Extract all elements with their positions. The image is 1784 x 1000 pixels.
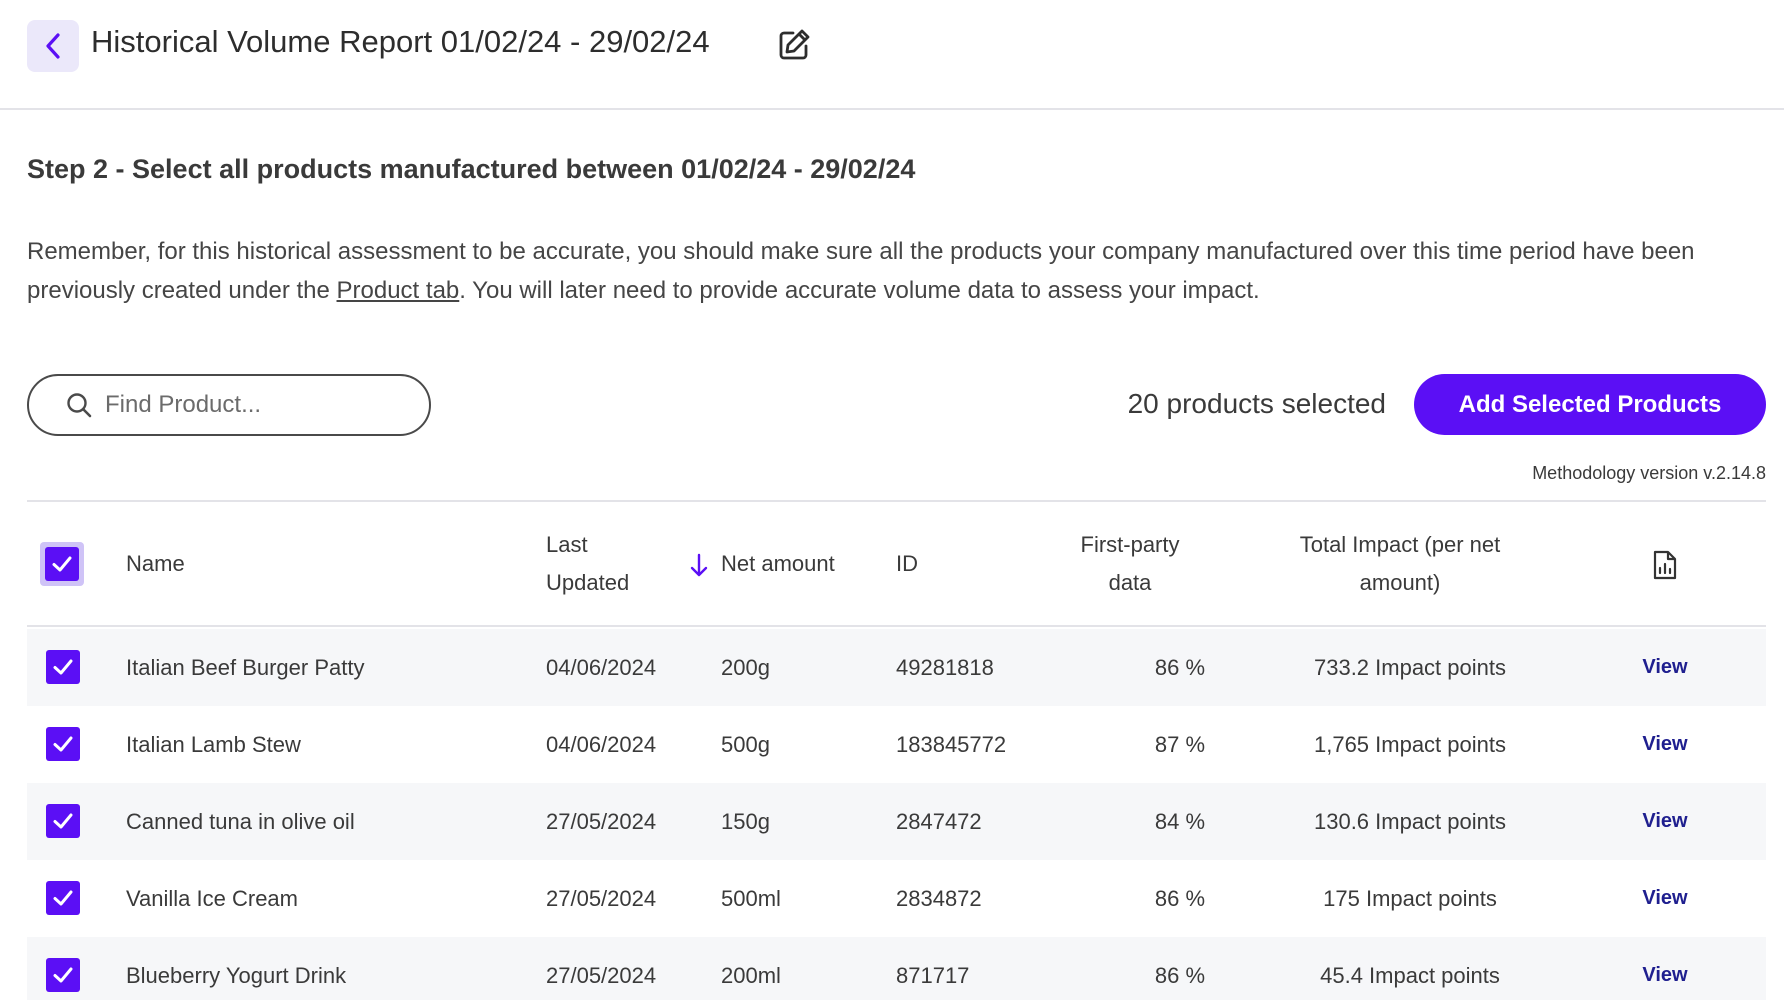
cell-name: Italian Beef Burger Patty bbox=[126, 654, 365, 680]
page-header: Historical Volume Report 01/02/24 - 29/0… bbox=[0, 0, 1784, 110]
step-title: Step 2 - Select all products manufacture… bbox=[27, 154, 916, 184]
checkmark-icon bbox=[53, 659, 73, 675]
column-header-first-party[interactable]: First-party data bbox=[1040, 526, 1220, 602]
cell-first-party: 86 % bbox=[1154, 885, 1206, 911]
row-checkbox[interactable] bbox=[46, 881, 80, 915]
last-updated-line-2: Updated bbox=[546, 570, 630, 595]
last-updated-line-1: Last bbox=[546, 532, 588, 557]
cell-id: 871717 bbox=[896, 962, 970, 988]
selected-count: 20 products selected bbox=[1127, 388, 1386, 419]
view-link[interactable]: View bbox=[1625, 706, 1705, 783]
first-party-line-1: First-party bbox=[1080, 532, 1180, 557]
table-row[interactable]: Vanilla Ice Cream 27/05/2024 500ml 28348… bbox=[27, 860, 1766, 937]
cell-last-updated: 04/06/2024 bbox=[546, 731, 657, 757]
cell-name: Vanilla Ice Cream bbox=[126, 885, 298, 911]
cell-id: 49281818 bbox=[896, 654, 994, 680]
cell-total-impact: 130.6 Impact points bbox=[1313, 808, 1506, 834]
back-button[interactable] bbox=[27, 20, 79, 72]
checkmark-icon bbox=[53, 813, 73, 829]
cell-first-party: 86 % bbox=[1154, 962, 1206, 988]
row-checkbox[interactable] bbox=[46, 727, 80, 761]
cell-name: Blueberry Yogurt Drink bbox=[126, 962, 347, 988]
search-icon bbox=[67, 393, 92, 418]
cell-net-amount: 200g bbox=[721, 654, 770, 680]
select-all-checkbox[interactable] bbox=[40, 542, 84, 586]
cell-net-amount: 500ml bbox=[721, 885, 781, 911]
cell-first-party: 84 % bbox=[1154, 808, 1206, 834]
row-checkbox[interactable] bbox=[46, 958, 80, 992]
search-input[interactable] bbox=[105, 391, 405, 419]
cell-net-amount: 500g bbox=[721, 731, 770, 757]
chevron-left-icon bbox=[46, 33, 60, 59]
checkmark-icon bbox=[53, 736, 73, 752]
cell-total-impact: 175 Impact points bbox=[1323, 885, 1497, 911]
column-header-last-updated[interactable]: Last Updated bbox=[546, 526, 629, 602]
methodology-version: Methodology version v.2.14.8 bbox=[1532, 463, 1766, 483]
cell-first-party: 86 % bbox=[1154, 654, 1206, 680]
table-row[interactable]: Blueberry Yogurt Drink 27/05/2024 200ml … bbox=[27, 937, 1766, 1000]
row-checkbox[interactable] bbox=[46, 650, 80, 684]
cell-id: 2847472 bbox=[896, 808, 982, 834]
cell-first-party: 87 % bbox=[1154, 731, 1206, 757]
table-row[interactable]: Italian Lamb Stew 04/06/2024 500g 183845… bbox=[27, 706, 1766, 783]
cell-last-updated: 27/05/2024 bbox=[546, 808, 657, 834]
info-paragraph: Remember, for this historical assessment… bbox=[27, 232, 1767, 310]
column-header-name[interactable]: Name bbox=[126, 545, 185, 583]
row-checkbox[interactable] bbox=[46, 804, 80, 838]
product-tab-link[interactable]: Product tab bbox=[337, 277, 460, 304]
add-selected-products-button[interactable]: Add Selected Products bbox=[1414, 374, 1766, 435]
table-row[interactable]: Canned tuna in olive oil 27/05/2024 150g… bbox=[27, 783, 1766, 860]
document-chart-icon[interactable] bbox=[1652, 549, 1678, 581]
cell-last-updated: 27/05/2024 bbox=[546, 885, 657, 911]
edit-icon[interactable] bbox=[776, 27, 812, 63]
info-text-end: . You will later need to provide accurat… bbox=[459, 277, 1260, 304]
view-link[interactable]: View bbox=[1625, 629, 1705, 706]
select-all-checkbox-box bbox=[45, 547, 79, 581]
table-row[interactable]: Italian Beef Burger Patty 04/06/2024 200… bbox=[27, 629, 1766, 706]
cell-last-updated: 04/06/2024 bbox=[546, 654, 657, 680]
cell-total-impact: 1,765 Impact points bbox=[1313, 731, 1506, 757]
checkmark-icon bbox=[53, 967, 73, 983]
cell-last-updated: 27/05/2024 bbox=[546, 962, 657, 988]
search-field[interactable] bbox=[27, 374, 431, 436]
page-title: Historical Volume Report 01/02/24 - 29/0… bbox=[91, 24, 710, 59]
cell-name: Canned tuna in olive oil bbox=[126, 808, 355, 834]
checkmark-icon bbox=[52, 556, 72, 572]
first-party-line-2: data bbox=[1108, 570, 1152, 595]
cell-total-impact: 45.4 Impact points bbox=[1320, 962, 1500, 988]
checkmark-icon bbox=[53, 890, 73, 906]
view-link[interactable]: View bbox=[1625, 783, 1705, 860]
arrow-down-icon[interactable] bbox=[689, 553, 709, 579]
cell-net-amount: 150g bbox=[721, 808, 770, 834]
view-link[interactable]: View bbox=[1625, 860, 1705, 937]
cell-total-impact: 733.2 Impact points bbox=[1313, 654, 1506, 680]
table-header: Name Last Updated Net amount ID First-pa… bbox=[27, 502, 1766, 627]
column-header-id[interactable]: ID bbox=[896, 545, 918, 583]
cell-name: Italian Lamb Stew bbox=[126, 731, 301, 757]
cell-id: 2834872 bbox=[896, 885, 982, 911]
total-impact-line-1: Total Impact (per net bbox=[1299, 532, 1501, 557]
cell-net-amount: 200ml bbox=[721, 962, 781, 988]
view-link[interactable]: View bbox=[1625, 937, 1705, 1000]
column-header-net-amount[interactable]: Net amount bbox=[721, 545, 835, 583]
total-impact-line-2: amount) bbox=[1359, 570, 1441, 595]
column-header-total-impact[interactable]: Total Impact (per net amount) bbox=[1255, 526, 1545, 602]
cell-id: 183845772 bbox=[896, 731, 1007, 757]
